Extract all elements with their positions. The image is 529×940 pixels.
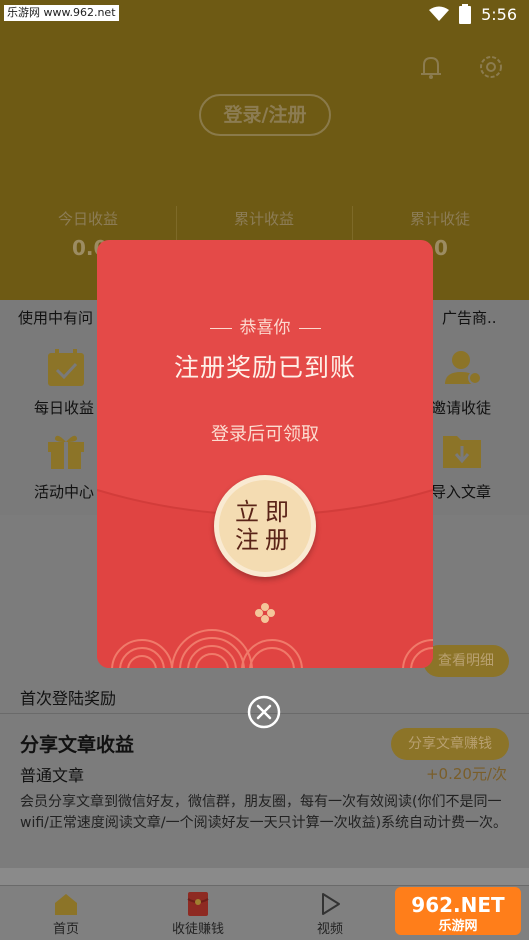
play-icon: [322, 893, 340, 915]
congrats-heading: 恭喜你: [97, 313, 433, 338]
nav-video[interactable]: 视频: [264, 886, 396, 940]
congrats-text: 恭喜你: [239, 318, 291, 338]
register-button-label: 立即 注册: [219, 498, 311, 554]
stat-disciples-label: 累计收徒: [409, 210, 470, 228]
gift-icon[interactable]: [45, 430, 87, 470]
stat-disciples-value: 0: [434, 236, 448, 260]
home-icon: [55, 894, 77, 915]
wifi-icon: [429, 6, 450, 21]
watermark-top-left: 乐游网 www.962.net: [4, 5, 119, 21]
status-bar: 乐游网 www.962.net 5:56: [0, 0, 529, 30]
site-watermark-logo: 962.NET 乐游网: [395, 887, 521, 935]
nav-label-recruit: 收徒赚钱: [171, 922, 224, 937]
view-details-button[interactable]: 查看明细: [423, 645, 509, 677]
add-user-icon[interactable]: [441, 348, 483, 388]
close-icon[interactable]: [247, 695, 281, 729]
share-article-price: +0.20元/次: [425, 765, 507, 783]
clock: 5:56: [481, 4, 517, 24]
grid-label-daily[interactable]: 每日收益: [34, 397, 94, 418]
share-article-description: 会员分享文章到微信好友，微信群，朋友圈，每有一次有效阅读(你们不是同一wifi/…: [20, 794, 508, 831]
folder-download-icon[interactable]: [441, 430, 483, 470]
notice-text-left: 使用中有问: [18, 309, 94, 327]
gear-icon[interactable]: [476, 52, 506, 82]
share-article-title: 分享文章收益: [20, 734, 135, 756]
share-article-subtitle: 普通文章: [20, 766, 85, 785]
stat-today-label: 今日收益: [57, 210, 118, 228]
register-line-1: 立即: [235, 498, 295, 526]
deco-line: [209, 327, 232, 329]
first-login-reward-label: 首次登陆奖励: [20, 689, 117, 708]
popup-decoration: [97, 489, 433, 668]
login-register-button[interactable]: 登录/注册: [199, 94, 331, 136]
status-icons: 5:56: [429, 4, 517, 24]
calendar-check-icon[interactable]: [45, 348, 87, 388]
popup-subtitle: 登录后可领取: [211, 424, 319, 445]
notice-text-right: 广告商..: [442, 309, 497, 327]
bottom-nav: 首页 收徒赚钱 视频 962.NET 乐游网: [0, 885, 529, 940]
nav-home[interactable]: 首页: [0, 886, 132, 940]
deco-line: [298, 327, 321, 329]
grid-label-import[interactable]: 导入文章: [431, 481, 491, 502]
reward-popup: 恭喜你 注册奖励已到账 登录后可领取 立即 注册: [97, 240, 433, 668]
bell-icon[interactable]: [416, 52, 446, 82]
grid-label-invite[interactable]: 邀请收徒: [431, 397, 491, 418]
share-article-button[interactable]: 分享文章赚钱: [391, 728, 509, 760]
battery-icon: [459, 4, 472, 24]
nav-recruit[interactable]: 收徒赚钱: [132, 886, 264, 940]
popup-title: 注册奖励已到账: [173, 353, 356, 382]
next-task-strip: [0, 868, 529, 885]
svg-text:962.NET: 962.NET: [411, 893, 505, 917]
stat-total-label: 累计收益: [233, 210, 294, 228]
register-now-button[interactable]: 立即 注册: [214, 475, 316, 577]
nav-label-home: 首页: [52, 922, 79, 937]
register-line-2: 注册: [235, 526, 295, 554]
red-envelope-icon: [187, 892, 209, 916]
svg-text:乐游网: 乐游网: [438, 918, 477, 934]
grid-label-activity[interactable]: 活动中心: [34, 481, 94, 502]
nav-label-video: 视频: [316, 922, 343, 937]
